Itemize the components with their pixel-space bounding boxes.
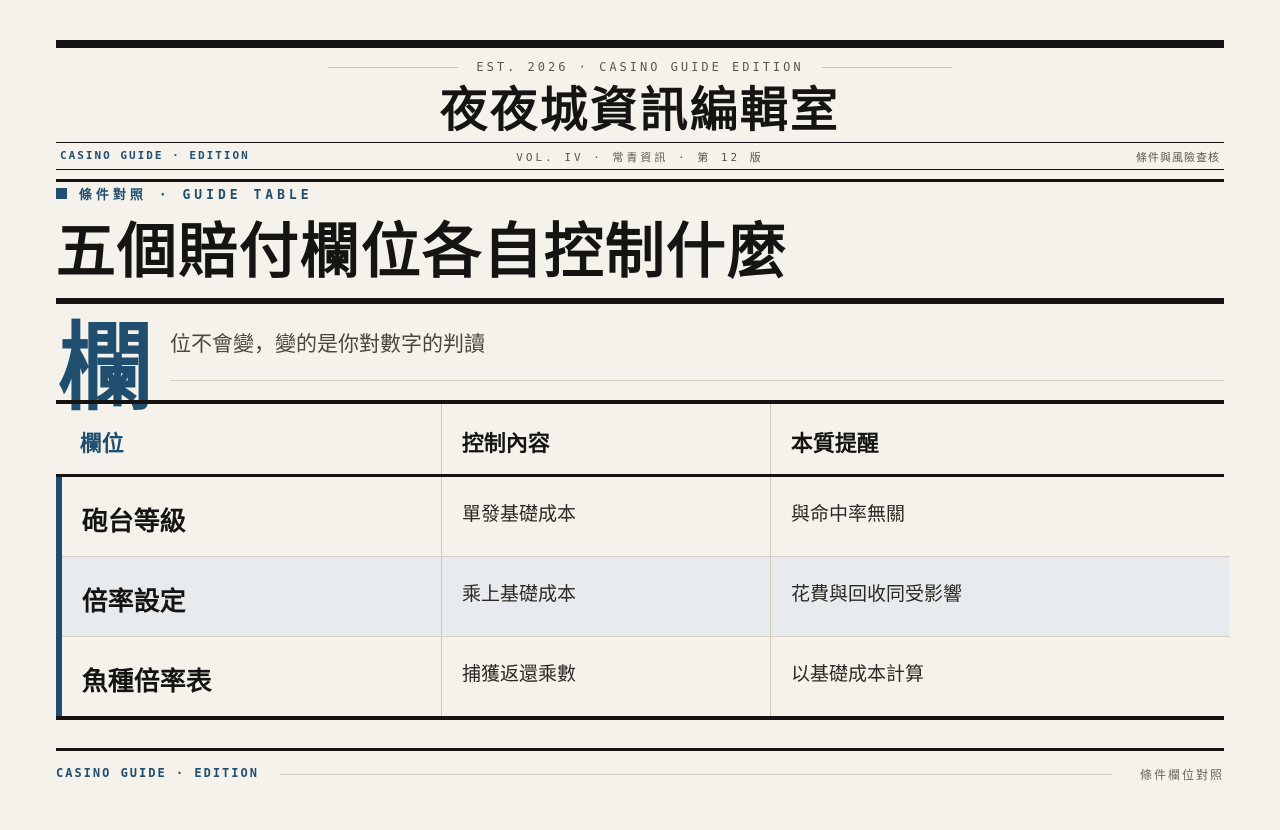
- footer-edition: CASINO GUIDE · EDITION: [56, 766, 259, 780]
- est-divider-left: [328, 66, 459, 68]
- table-row: 倍率設定 乘上基礎成本 花費與回收同受影響: [62, 557, 1230, 637]
- table-row: 魚種倍率表 捕獲返還乘數 以基礎成本計算: [62, 637, 1230, 716]
- row-control: 捕獲返還乘數: [441, 637, 770, 716]
- kicker-text: 條件對照 · GUIDE TABLE: [79, 187, 313, 203]
- header-note: 本質提醒: [770, 404, 1224, 474]
- kicker: 條件對照 · GUIDE TABLE: [56, 184, 313, 203]
- deck-text: 位不會變，變的是你對數字的判讀: [170, 332, 485, 356]
- table-row: 砲台等級 單發基礎成本 與命中率無關: [62, 477, 1230, 557]
- right-label: 條件與風險查核: [1136, 151, 1220, 164]
- footer-divider: [280, 774, 1112, 775]
- deck-divider: [170, 380, 1224, 381]
- table-body: 砲台等級 單發基礎成本 與命中率無關 倍率設定 乘上基礎成本 花費與回收同受影響…: [56, 477, 1230, 716]
- table-header-row: 欄位 控制內容 本質提醒: [56, 404, 1224, 477]
- est-text: EST. 2026 · CASINO GUIDE EDITION: [476, 60, 804, 74]
- row-field: 倍率設定: [82, 587, 187, 617]
- row-note: 以基礎成本計算: [770, 637, 1224, 716]
- footer-label: 條件欄位對照: [1139, 768, 1224, 782]
- top-rule: [56, 40, 1224, 48]
- header-field: 欄位: [80, 431, 125, 457]
- headline-rule: [56, 298, 1224, 304]
- footer-rule: [56, 748, 1224, 751]
- row-control: 單發基礎成本: [441, 477, 770, 556]
- row-note: 與命中率無關: [770, 477, 1224, 556]
- masthead-title: 夜夜城資訊編輯室: [439, 82, 840, 138]
- kicker-square-icon: [56, 187, 67, 199]
- guide-table: 欄位 控制內容 本質提醒 砲台等級 單發基礎成本 與命中率無關 倍率設定 乘上基…: [56, 400, 1230, 720]
- headline: 五個賠付欄位各自控制什麼: [56, 217, 788, 287]
- header-control: 控制內容: [441, 404, 770, 474]
- row-field: 砲台等級: [82, 507, 187, 537]
- row-field: 魚種倍率表: [82, 667, 213, 697]
- section-rule: [56, 179, 1224, 182]
- row-note: 花費與回收同受影響: [770, 557, 1224, 636]
- info-bar: CASINO GUIDE · EDITION VOL. IV · 常青資訊 · …: [56, 142, 1224, 170]
- est-divider-right: [821, 66, 952, 68]
- est-row: EST. 2026 · CASINO GUIDE EDITION: [56, 58, 1224, 76]
- volume-text: VOL. IV · 常青資訊 · 第 12 版: [516, 151, 764, 164]
- row-control: 乘上基礎成本: [441, 557, 770, 636]
